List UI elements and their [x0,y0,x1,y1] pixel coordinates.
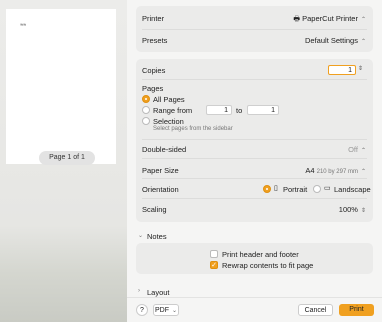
copies-stepper[interactable]: ⇕ [358,65,363,72]
divider [142,79,367,80]
layout-title: Layout [147,288,170,297]
print-button[interactable]: Print [339,304,374,316]
double-sided-label: Double-sided [142,145,187,154]
cancel-button[interactable]: Cancel [298,304,333,316]
printer-select[interactable]: 🖶 PaperCut Printer ⌃ [293,14,366,26]
range-to-label: to [236,106,243,115]
chevron-right-icon: › [138,288,140,294]
print-header-label: Print header and footer [222,250,299,259]
chevron-down-icon: ⌄ [138,233,144,239]
copies-label: Copies [142,66,166,75]
scaling-input[interactable]: 100% ⇕ [339,205,366,214]
paper-size-label: Paper Size [142,166,179,175]
presets-label: Presets [142,36,168,45]
pages-all-label: All Pages [153,95,185,104]
pages-range-label: Range from [153,106,193,115]
printer-value: PaperCut Printer [302,14,358,23]
paper-size-value: A4 [305,166,315,175]
print-settings: Printer 🖶 PaperCut Printer ⌃ Presets Defa… [127,0,382,322]
presets-value: Default Settings [305,36,358,45]
preview-pane: ≈≈ Page 1 of 1 [0,0,127,322]
divider [142,158,367,159]
chevron-down-icon: ⌄ [171,308,178,314]
paper-size-dims: 210 by 297 mm [316,169,358,175]
divider [142,178,367,179]
chevron-updown-icon: ⌃ [360,169,366,175]
scaling-label: Scaling [142,205,167,214]
printer-icon: 🖶 [293,16,301,23]
footer-bar: ? PDF ⌄ Cancel Print [127,297,382,322]
printer-label: Printer [142,14,165,23]
landscape-label: Landscape [334,185,371,194]
pages-all-radio[interactable] [142,95,150,103]
presets-select[interactable]: Default Settings ⌃ [305,36,366,45]
double-sided-select[interactable]: Off ⌃ [348,145,366,154]
portrait-icon: ▯ [274,185,278,192]
chevron-updown-icon: ⌃ [360,17,366,23]
double-sided-value: Off [348,145,358,154]
chevron-updown-icon: ⌃ [360,148,366,154]
orientation-label: Orientation [142,185,179,194]
pdf-menu-button[interactable]: PDF ⌄ [153,304,179,316]
landscape-icon: ▭ [324,185,331,192]
pages-label: Pages [142,84,164,93]
orientation-landscape-radio[interactable] [313,185,321,193]
stepper-icon: ⇕ [360,208,366,214]
chevron-updown-icon: ⌃ [360,39,366,45]
preview-content: ≈≈ [20,22,27,28]
rewrap-label: Rewrap contents to fit page [222,261,314,270]
notes-title: Notes [147,232,167,241]
page-indicator: Page 1 of 1 [39,151,95,165]
page-preview: ≈≈ Page 1 of 1 [6,9,116,165]
help-button[interactable]: ? [136,304,148,316]
print-header-checkbox[interactable] [210,250,218,258]
pages-selection-label: Selection [153,117,184,126]
copies-input[interactable]: 1 [328,65,356,75]
divider [142,29,367,30]
notes-panel: Print header and footer ✓ Rewrap content… [136,243,373,274]
divider [142,139,367,140]
pages-selection-radio[interactable] [142,117,150,125]
orientation-portrait-radio[interactable] [263,185,271,193]
printer-panel: Printer 🖶 PaperCut Printer ⌃ Presets Defa… [136,6,373,52]
range-to-input[interactable]: 1 [247,105,279,115]
main-settings-panel: Copies 1 ⇕ Pages All Pages Range from 1 … [136,59,373,222]
selection-hint: Select pages from the sidebar [153,126,233,132]
pages-range-radio[interactable] [142,106,150,114]
rewrap-checkbox[interactable]: ✓ [210,261,218,269]
range-from-input[interactable]: 1 [206,105,232,115]
scaling-value: 100% [338,205,358,214]
pdf-label: PDF [154,307,169,314]
divider [142,198,367,199]
paper-size-select[interactable]: A4 210 by 297 mm ⌃ [305,166,366,175]
portrait-label: Portrait [283,185,308,194]
